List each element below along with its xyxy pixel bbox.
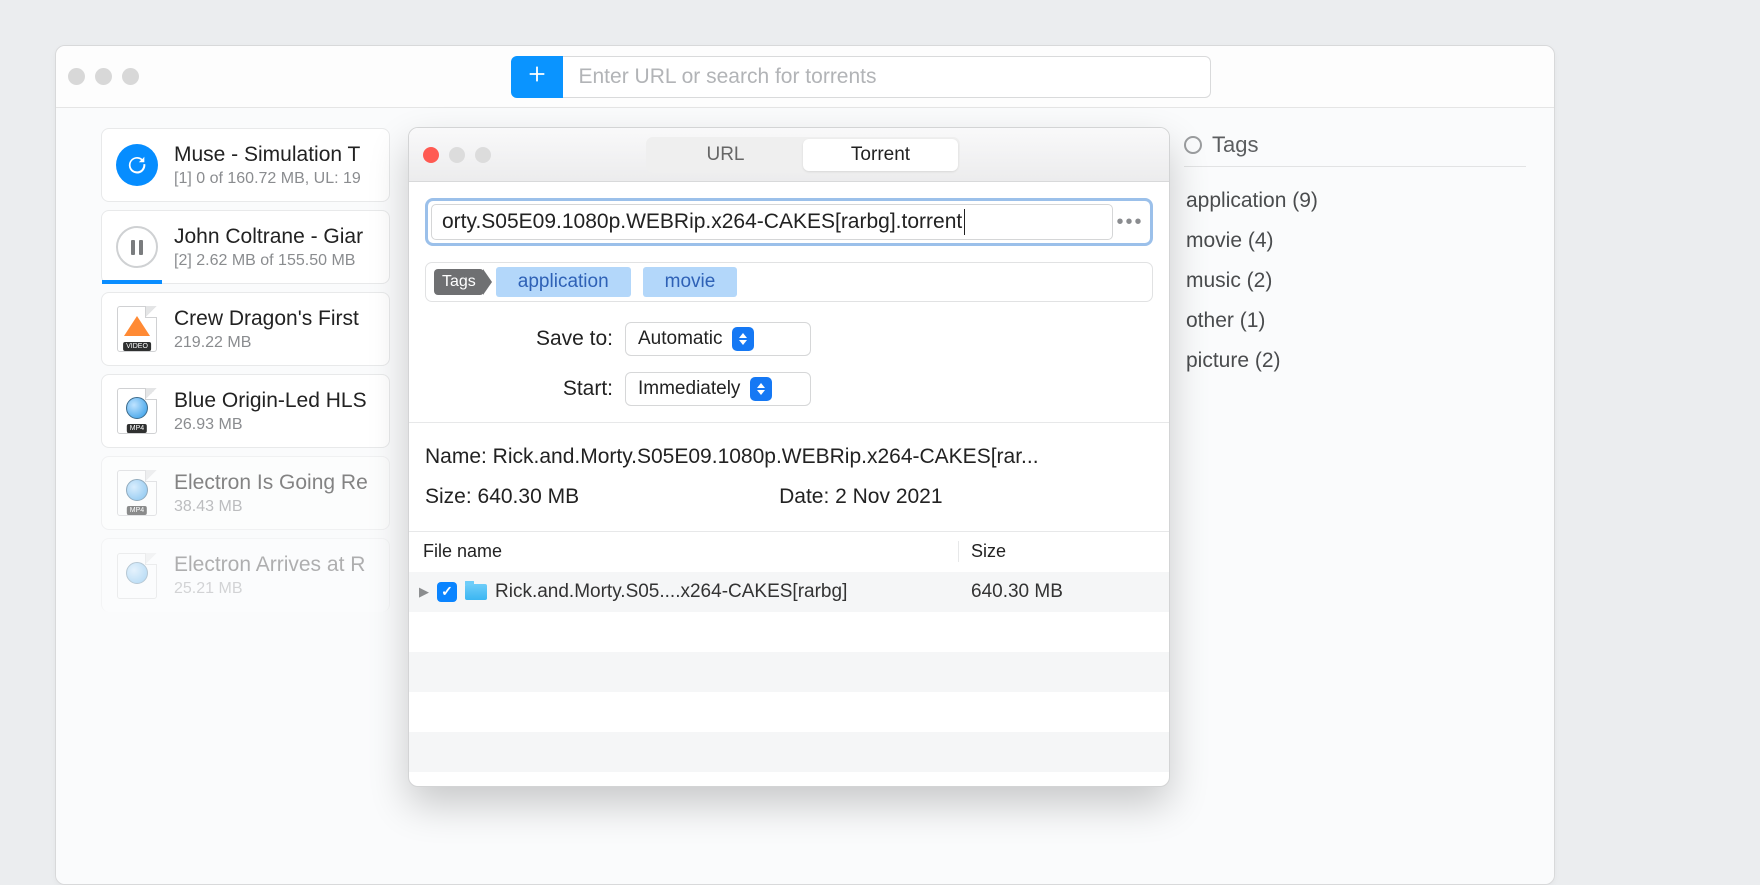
save-to-select[interactable]: Automatic [625, 322, 811, 356]
disclosure-icon[interactable]: ▶ [419, 584, 429, 600]
video-file-icon: VIDEO [117, 306, 157, 352]
traffic-min[interactable] [95, 68, 112, 85]
download-item[interactable]: Electron Arrives at R 25.21 MB [101, 538, 390, 612]
download-sub: 219.22 MB [174, 334, 359, 352]
add-button[interactable] [511, 56, 563, 98]
file-name: Rick.and.Morty.S05....x264-CAKES[rarbg] [495, 581, 847, 603]
folder-icon [465, 584, 487, 600]
tag-filter[interactable]: movie (4) [1184, 221, 1526, 261]
more-icon[interactable]: ••• [1113, 211, 1147, 234]
download-title: Electron Is Going Re [174, 471, 368, 495]
download-title: Crew Dragon's First [174, 307, 359, 331]
tag-filter[interactable]: picture (2) [1184, 341, 1526, 381]
toolbar [56, 46, 1554, 108]
dialog-titlebar: URL Torrent [409, 128, 1169, 182]
torrent-date-line: Date: 2 Nov 2021 [779, 477, 942, 517]
file-table: File name Size ▶ Rick.and.Morty.S05....x… [409, 531, 1169, 772]
traffic-close[interactable] [68, 68, 85, 85]
download-item[interactable]: MP4 Electron Is Going Re 38.43 MB [101, 456, 390, 530]
col-filename[interactable]: File name [409, 541, 959, 562]
tag-filter[interactable]: other (1) [1184, 301, 1526, 341]
chevron-updown-icon [732, 327, 754, 351]
refresh-icon[interactable] [116, 144, 158, 186]
download-title: Muse - Simulation T [174, 143, 361, 167]
traffic-zoom[interactable] [122, 68, 139, 85]
file-checkbox[interactable] [437, 582, 457, 602]
tag-chip[interactable]: application [496, 267, 631, 297]
dialog-min [449, 147, 465, 163]
add-torrent-dialog: URL Torrent orty.S05E09.1080p.WEBRip.x26… [408, 127, 1170, 787]
mp4-file-icon: MP4 [117, 470, 157, 516]
add-url-group [511, 56, 1211, 98]
file-row-empty [409, 612, 1169, 652]
plus-icon [526, 63, 548, 90]
dialog-traffic-lights [423, 147, 491, 163]
file-row-empty [409, 692, 1169, 732]
download-title: Electron Arrives at R [174, 553, 365, 577]
torrent-size-line: Size: 640.30 MB [425, 477, 579, 517]
tab-torrent[interactable]: Torrent [803, 139, 958, 171]
search-input[interactable] [563, 56, 1211, 98]
chevron-updown-icon [750, 377, 772, 401]
dialog-zoom [475, 147, 491, 163]
torrent-meta: Name: Rick.and.Morty.S05E09.1080p.WEBRip… [425, 437, 1153, 517]
torrent-url-text[interactable]: orty.S05E09.1080p.WEBRip.x264-CAKES[rarb… [431, 204, 1113, 240]
tag-chip[interactable]: movie [643, 267, 738, 297]
download-item[interactable]: John Coltrane - Giar [2] 2.62 MB of 155.… [101, 210, 390, 284]
download-item[interactable]: Muse - Simulation T [1] 0 of 160.72 MB, … [101, 128, 390, 202]
file-row-empty [409, 652, 1169, 692]
download-title: Blue Origin-Led HLS [174, 389, 367, 413]
save-to-label: Save to: [425, 327, 625, 351]
tag-filter[interactable]: application (9) [1184, 181, 1526, 221]
tab-url[interactable]: URL [648, 139, 803, 171]
download-sub: 26.93 MB [174, 416, 367, 434]
mp4-file-icon [117, 553, 157, 599]
file-row[interactable]: ▶ Rick.and.Morty.S05....x264-CAKES[rarbg… [409, 572, 1169, 612]
start-select[interactable]: Immediately [625, 372, 811, 406]
start-label: Start: [425, 377, 625, 401]
pause-icon[interactable] [116, 226, 158, 268]
downloads-list: Muse - Simulation T [1] 0 of 160.72 MB, … [56, 108, 402, 884]
dialog-tabs: URL Torrent [646, 137, 960, 173]
file-row-empty [409, 732, 1169, 772]
file-size: 640.30 MB [959, 581, 1169, 603]
file-table-header: File name Size [409, 532, 1169, 572]
col-size[interactable]: Size [959, 541, 1169, 562]
download-sub: [1] 0 of 160.72 MB, UL: 19 [174, 170, 361, 188]
download-title: John Coltrane - Giar [174, 225, 363, 249]
download-item[interactable]: VIDEO Crew Dragon's First 219.22 MB [101, 292, 390, 366]
download-item[interactable]: MP4 Blue Origin-Led HLS 26.93 MB [101, 374, 390, 448]
mp4-file-icon: MP4 [117, 388, 157, 434]
traffic-lights [68, 68, 139, 85]
tags-header[interactable]: Tags [1184, 132, 1526, 167]
tags-panel: Tags application (9) movie (4) music (2)… [1174, 108, 1554, 884]
radio-icon [1184, 136, 1202, 154]
dialog-close[interactable] [423, 147, 439, 163]
tags-header-label: Tags [1212, 132, 1258, 158]
tag-filter[interactable]: music (2) [1184, 261, 1526, 301]
download-sub: [2] 2.62 MB of 155.50 MB [174, 252, 363, 270]
tags-field-label: Tags [434, 269, 484, 295]
download-sub: 38.43 MB [174, 498, 368, 516]
tags-input[interactable]: Tags application movie [425, 262, 1153, 302]
download-sub: 25.21 MB [174, 580, 365, 598]
torrent-url-field[interactable]: orty.S05E09.1080p.WEBRip.x264-CAKES[rarb… [425, 198, 1153, 246]
torrent-name-line: Name: Rick.and.Morty.S05E09.1080p.WEBRip… [425, 437, 1153, 477]
